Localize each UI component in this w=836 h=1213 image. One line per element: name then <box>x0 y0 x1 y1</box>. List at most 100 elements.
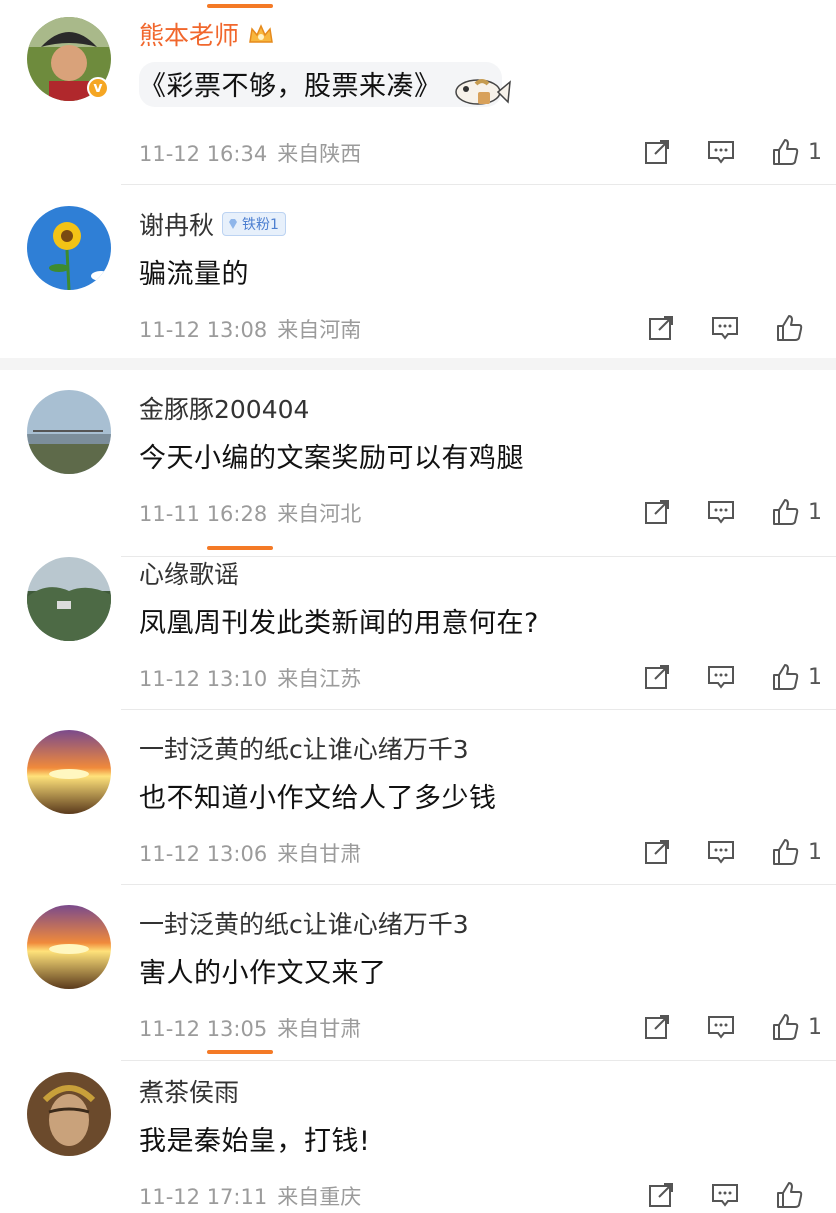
verified-badge-icon: v <box>87 77 109 99</box>
scroll-tab-indicator <box>207 1050 273 1054</box>
like-count: 1 <box>808 1014 822 1040</box>
reply-button[interactable] <box>706 137 736 167</box>
comment-icon <box>708 666 734 689</box>
comment-text: 骗流量的 <box>139 259 249 290</box>
comment-date: 11-11 16:28 <box>139 502 268 526</box>
avatar-image <box>27 905 111 989</box>
username[interactable]: 金豚豚200404 <box>139 390 309 426</box>
share-button[interactable] <box>646 313 676 343</box>
reply-button[interactable] <box>706 1012 736 1042</box>
comment-icon <box>708 1016 734 1039</box>
comment-location: 来自甘肃 <box>277 1017 362 1041</box>
share-icon <box>645 500 669 524</box>
reply-button[interactable] <box>706 662 736 692</box>
comment-meta: 11-12 13:08 来自河南 <box>139 314 361 344</box>
username-row: 一封泛黄的纸c让谁心绪万千3 <box>139 905 469 941</box>
comment-meta: 11-12 17:11 来自重庆 <box>139 1181 361 1211</box>
comment-location: 来自河北 <box>277 502 362 526</box>
comment-icon <box>712 317 738 340</box>
like-button[interactable]: 1 <box>770 837 822 867</box>
comment-date: 11-12 13:08 <box>139 318 268 342</box>
share-icon <box>645 1015 669 1039</box>
avatar[interactable] <box>27 1072 111 1156</box>
reply-button[interactable] <box>706 497 736 527</box>
comment-item: 金豚豚200404 今天小编的文案奖励可以有鸡腿 11-11 16:28 来自河北… <box>0 370 836 538</box>
thumbs-up-icon <box>773 499 799 525</box>
reply-button[interactable] <box>706 837 736 867</box>
like-button[interactable] <box>774 313 822 343</box>
comment-date: 11-12 13:06 <box>139 842 268 866</box>
username[interactable]: 一封泛黄的纸c让谁心绪万千3 <box>139 905 469 941</box>
comment-icon <box>708 141 734 164</box>
like-count: 1 <box>808 664 822 690</box>
comment-item: 心缘歌谣 凤凰周刊发此类新闻的用意何在? 11-12 13:10 来自江苏 1 <box>0 557 836 709</box>
thumbs-up-icon <box>777 1182 803 1208</box>
comment-item: 煮茶侯雨 我是秦始皇，打钱! 11-12 17:11 来自重庆 <box>0 1061 836 1209</box>
comment-actions: 1 <box>608 1009 822 1045</box>
comment-text: 也不知道小作文给人了多少钱 <box>139 783 497 814</box>
avatar-image <box>27 1072 111 1156</box>
comment-text: 今天小编的文案奖励可以有鸡腿 <box>139 443 524 474</box>
like-button[interactable] <box>774 1180 822 1210</box>
share-button[interactable] <box>642 497 672 527</box>
divider <box>121 184 836 185</box>
share-icon <box>645 665 669 689</box>
comment-date: 11-12 13:10 <box>139 667 268 691</box>
comment-text: 害人的小作文又来了 <box>139 958 387 989</box>
comment-location: 来自河南 <box>277 318 362 342</box>
username[interactable]: 谢冉秋 <box>139 206 214 242</box>
thumbs-up-icon <box>773 839 799 865</box>
avatar[interactable] <box>27 730 111 814</box>
share-icon <box>645 840 669 864</box>
comment-item: 一封泛黄的纸c让谁心绪万千3 也不知道小作文给人了多少钱 11-12 13:06… <box>0 710 836 882</box>
comment-meta: 11-12 13:05 来自甘肃 <box>139 1013 361 1043</box>
thumbs-up-icon <box>777 315 803 341</box>
avatar[interactable] <box>27 390 111 474</box>
share-button[interactable] <box>642 837 672 867</box>
fish-sticker-icon <box>455 79 511 105</box>
avatar[interactable] <box>27 557 111 641</box>
username-row: 谢冉秋 铁粉1 <box>139 206 286 242</box>
like-count: 1 <box>808 139 822 165</box>
username-row: 心缘歌谣 <box>139 555 239 591</box>
like-button[interactable]: 1 <box>770 1012 822 1042</box>
like-button[interactable]: 1 <box>770 662 822 692</box>
comment-item: v 熊本老师 《彩票不够，股票来凑》 11-12 16:34 来自陕西 1 <box>0 14 836 182</box>
comment-location: 来自陕西 <box>277 142 362 166</box>
comment-date: 11-12 17:11 <box>139 1185 268 1209</box>
avatar-image <box>27 730 111 814</box>
avatar[interactable] <box>27 905 111 989</box>
avatar-image <box>27 390 111 474</box>
comment-icon <box>708 841 734 864</box>
comment-actions: 1 <box>608 834 822 870</box>
share-icon <box>649 316 673 340</box>
username[interactable]: 煮茶侯雨 <box>139 1073 239 1109</box>
like-button[interactable]: 1 <box>770 137 822 167</box>
comment-text: 凤凰周刊发此类新闻的用意何在? <box>139 608 539 639</box>
username-row: 熊本老师 <box>139 16 275 52</box>
comment-actions: 1 <box>608 659 822 695</box>
comment-item: 谢冉秋 铁粉1 骗流量的 11-12 13:08 来自河南 <box>0 190 836 358</box>
share-button[interactable] <box>642 1012 672 1042</box>
like-count: 1 <box>808 499 822 525</box>
comment-actions <box>612 310 822 346</box>
avatar-image <box>27 557 111 641</box>
thumbs-up-icon <box>773 1014 799 1040</box>
comment-location: 来自江苏 <box>277 667 362 691</box>
avatar[interactable] <box>27 206 111 290</box>
username[interactable]: 心缘歌谣 <box>139 555 239 591</box>
comment-date: 11-12 13:05 <box>139 1017 268 1041</box>
reply-button[interactable] <box>710 1180 740 1210</box>
comment-icon <box>708 501 734 524</box>
username-row: 煮茶侯雨 <box>139 1073 239 1109</box>
username[interactable]: 一封泛黄的纸c让谁心绪万千3 <box>139 730 469 766</box>
share-button[interactable] <box>642 662 672 692</box>
share-button[interactable] <box>642 137 672 167</box>
share-button[interactable] <box>646 1180 676 1210</box>
comment-actions <box>612 1177 822 1213</box>
diamond-icon <box>229 219 238 229</box>
thumbs-up-icon <box>773 664 799 690</box>
like-button[interactable]: 1 <box>770 497 822 527</box>
reply-button[interactable] <box>710 313 740 343</box>
username[interactable]: 熊本老师 <box>139 16 239 52</box>
